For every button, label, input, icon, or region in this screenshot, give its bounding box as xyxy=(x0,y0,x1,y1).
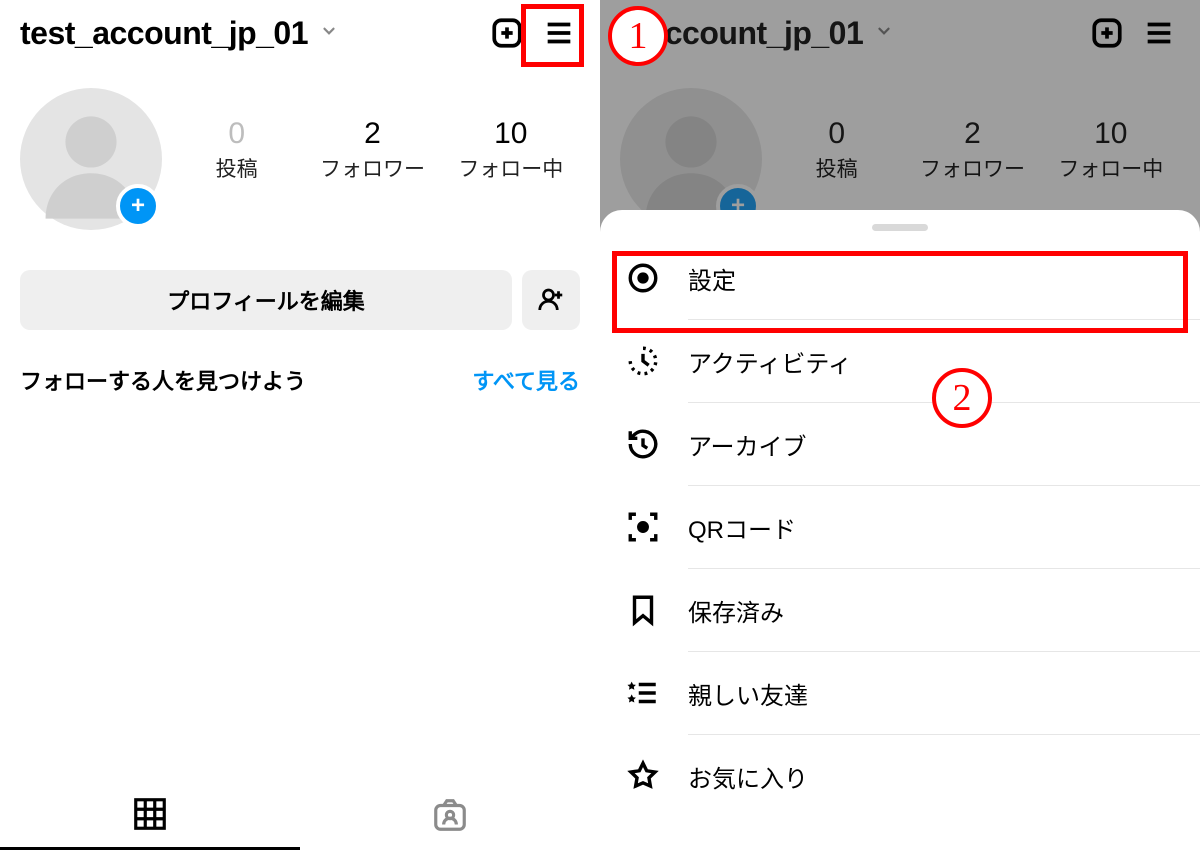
menu-item-favorites[interactable]: お気に入り xyxy=(600,735,1200,817)
menu-item-archive[interactable]: アーカイブ xyxy=(600,403,1200,485)
qr-icon xyxy=(624,508,662,546)
menu-item-settings[interactable]: 設定 xyxy=(600,237,1200,319)
menu-item-label: アーカイブ xyxy=(688,427,807,462)
star-icon xyxy=(624,757,662,795)
archive-icon xyxy=(624,425,662,463)
menu-item-close-friends[interactable]: 親しい友達 xyxy=(600,652,1200,734)
create-post-icon[interactable] xyxy=(486,12,528,54)
discover-heading: フォローする人を見つけよう xyxy=(20,364,306,396)
menu-item-activity[interactable]: アクティビティ xyxy=(600,320,1200,402)
profile-stats-row: + 0 投稿 2 フォロワー 10 フォロー中 xyxy=(0,66,600,240)
tab-grid[interactable] xyxy=(0,780,300,850)
sheet-drag-handle[interactable] xyxy=(872,224,928,231)
menu-item-label: お気に入り xyxy=(688,759,808,794)
stat-followers[interactable]: 2 フォロワー xyxy=(320,117,425,183)
settings-icon xyxy=(624,259,662,297)
discover-section: フォローする人を見つけよう すべて見る xyxy=(0,330,600,396)
menu-item-label: 設定 xyxy=(688,261,736,296)
menu-item-label: QRコード xyxy=(688,510,796,545)
menu-item-saved[interactable]: 保存済み xyxy=(600,569,1200,651)
bookmark-icon xyxy=(624,591,662,629)
profile-screen: test_account_jp_01 + 0 投稿 2 フォロワー xyxy=(0,0,600,856)
tab-tagged[interactable] xyxy=(300,780,600,850)
add-story-icon[interactable]: + xyxy=(116,184,160,228)
see-all-link[interactable]: すべて見る xyxy=(472,364,580,396)
menu-sheet-screen: t_account_jp_01 + 0投稿 2フォロワー 10フォロー中 1 xyxy=(600,0,1200,856)
close-friends-icon xyxy=(624,674,662,712)
profile-header: test_account_jp_01 xyxy=(0,0,600,66)
menu-item-label: アクティビティ xyxy=(688,344,852,379)
profile-actions: プロフィールを編集 xyxy=(0,240,600,330)
menu-icon[interactable] xyxy=(538,12,580,54)
profile-tabs xyxy=(0,780,600,850)
menu-bottom-sheet: 設定 アクティビティ アーカイブ QRコード xyxy=(600,210,1200,856)
menu-item-label: 保存済み xyxy=(688,593,784,628)
username-label[interactable]: test_account_jp_01 xyxy=(20,15,308,52)
menu-item-qr[interactable]: QRコード xyxy=(600,486,1200,568)
activity-icon xyxy=(624,342,662,380)
stat-following[interactable]: 10 フォロー中 xyxy=(458,117,563,183)
stat-posts[interactable]: 0 投稿 xyxy=(187,117,287,183)
avatar[interactable]: + xyxy=(20,88,162,230)
discover-people-button[interactable] xyxy=(522,270,580,330)
menu-item-label: 親しい友達 xyxy=(688,676,808,711)
annotation-step-2: 2 xyxy=(932,368,992,428)
edit-profile-button[interactable]: プロフィールを編集 xyxy=(20,270,512,330)
chevron-down-icon[interactable] xyxy=(320,22,338,45)
annotation-step-1: 1 xyxy=(608,6,668,66)
